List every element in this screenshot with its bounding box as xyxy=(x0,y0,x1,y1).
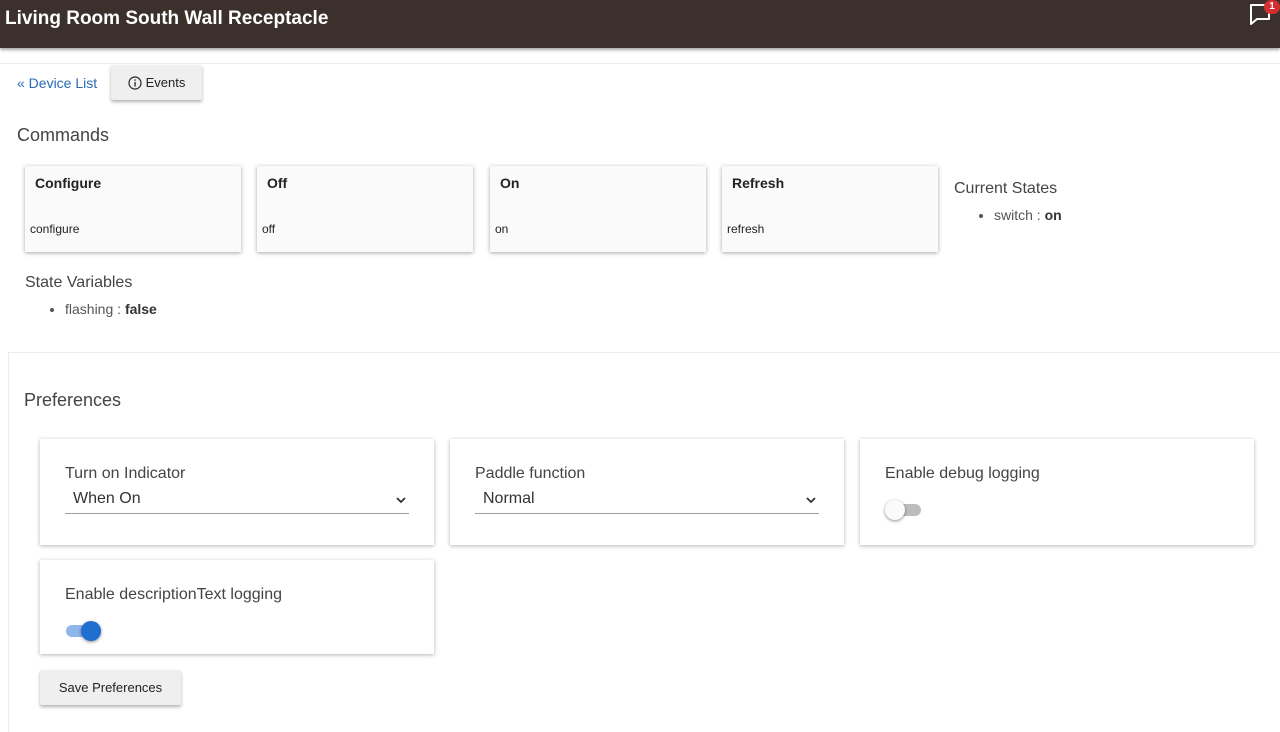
list-item: switch : on xyxy=(994,206,1062,224)
notification-badge[interactable]: 1 xyxy=(1264,0,1280,14)
select-value: When On xyxy=(73,490,141,507)
command-label: Refresh xyxy=(732,175,785,191)
state-variables-title: State Variables xyxy=(25,274,133,291)
paddle-function-card: Paddle function Normal xyxy=(450,439,844,545)
description-logging-card: Enable descriptionText logging xyxy=(40,560,434,654)
state-variables-list: flashing : false xyxy=(45,300,157,318)
command-code: refresh xyxy=(727,222,765,236)
toggle-knob xyxy=(81,621,101,641)
command-on-button[interactable]: On on xyxy=(490,166,706,252)
save-preferences-button[interactable]: Save Preferences xyxy=(40,670,181,705)
command-label: Configure xyxy=(35,175,102,191)
variable-key: flashing xyxy=(65,301,114,317)
events-button[interactable]: Events xyxy=(111,65,202,100)
command-configure-button[interactable]: Configure configure xyxy=(25,166,241,252)
command-label: On xyxy=(500,175,520,191)
state-value: on xyxy=(1044,207,1062,223)
command-code: off xyxy=(262,222,276,236)
debug-logging-card: Enable debug logging xyxy=(860,439,1254,545)
debug-logging-label: Enable debug logging xyxy=(885,465,1040,482)
command-code: on xyxy=(495,222,509,236)
commands-title: Commands xyxy=(17,125,110,145)
command-code: configure xyxy=(30,222,80,236)
turn-on-indicator-select[interactable]: When On xyxy=(65,487,409,514)
state-key: switch xyxy=(994,207,1033,223)
top-bar: Living Room South Wall Receptacle 1 xyxy=(0,0,1280,48)
variable-value: false xyxy=(124,301,157,317)
turn-on-indicator-card: Turn on Indicator When On xyxy=(40,439,434,545)
info-circle-icon xyxy=(128,75,142,90)
select-value: Normal xyxy=(483,490,535,507)
divider xyxy=(0,63,1280,64)
description-logging-toggle[interactable] xyxy=(65,620,103,642)
command-label: Off xyxy=(267,175,288,191)
events-button-label: Events xyxy=(145,75,186,90)
turn-on-indicator-label: Turn on Indicator xyxy=(65,465,186,482)
current-states-title: Current States xyxy=(954,180,1058,197)
paddle-function-label: Paddle function xyxy=(475,465,586,482)
current-states-list: switch : on xyxy=(974,206,1062,224)
debug-logging-toggle[interactable] xyxy=(885,499,923,521)
toggle-knob xyxy=(885,500,905,520)
command-refresh-button[interactable]: Refresh refresh xyxy=(722,166,938,252)
page-title: Living Room South Wall Receptacle xyxy=(5,8,329,29)
chevron-down-icon xyxy=(396,497,406,504)
preferences-title: Preferences xyxy=(24,390,122,410)
list-item: flashing : false xyxy=(65,300,157,318)
variable-separator: : xyxy=(113,301,125,317)
chevron-down-icon xyxy=(806,497,816,504)
command-off-button[interactable]: Off off xyxy=(257,166,473,252)
device-list-link[interactable]: « Device List xyxy=(17,75,97,91)
description-logging-label: Enable descriptionText logging xyxy=(65,586,283,603)
paddle-function-select[interactable]: Normal xyxy=(475,487,819,514)
state-separator: : xyxy=(1032,207,1045,223)
